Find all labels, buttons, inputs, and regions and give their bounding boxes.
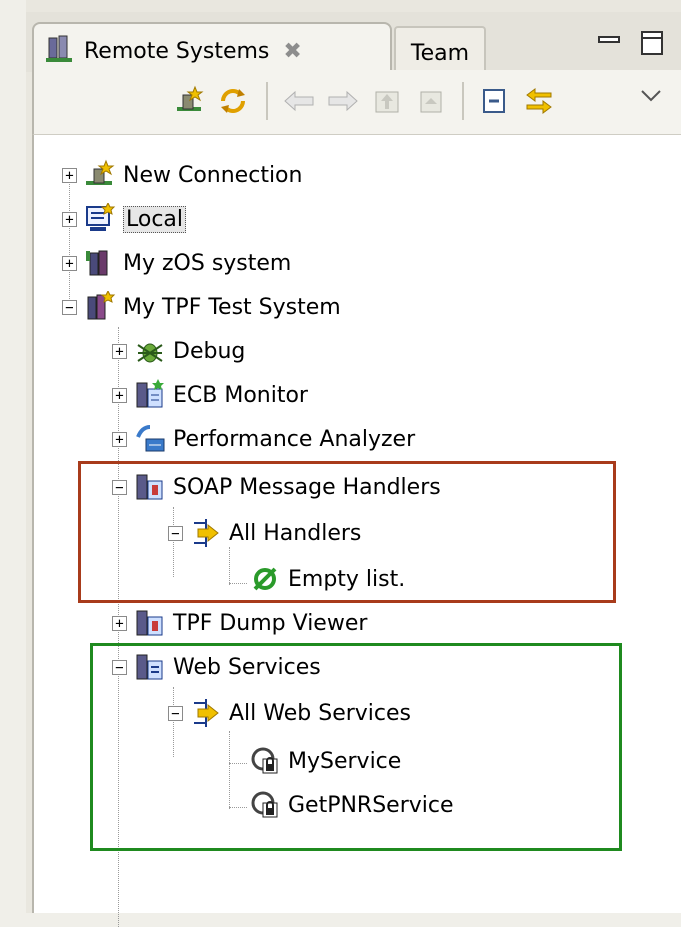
tree-item-new-connection[interactable]: + New Connection: [62, 155, 302, 195]
new-connection-icon[interactable]: [172, 84, 206, 118]
tree-item-label: ECB Monitor: [173, 382, 308, 408]
collapse-all-icon[interactable]: [478, 84, 512, 118]
remote-systems-view: Remote Systems ✖ Team + New Connection +…: [26, 0, 681, 927]
minimize-icon[interactable]: [598, 30, 620, 55]
expand-icon[interactable]: +: [112, 431, 127, 447]
tree-item-local[interactable]: + Local: [62, 199, 187, 239]
expand-icon[interactable]: +: [62, 167, 77, 183]
maximize-icon[interactable]: [640, 30, 664, 62]
tree-item-label: TPF Dump Viewer: [173, 610, 368, 636]
refresh-icon[interactable]: [216, 84, 250, 118]
tree-item-label: New Connection: [123, 162, 303, 188]
up-level-icon[interactable]: [370, 84, 404, 118]
tab-remote-systems-label: Remote Systems: [84, 38, 270, 64]
view-tab-bar: Remote Systems ✖ Team: [26, 12, 681, 78]
zos-system-icon: [83, 246, 117, 280]
debug-bug-icon: [133, 334, 167, 368]
tree-item-label: Performance Analyzer: [173, 426, 416, 452]
link-with-editor-icon[interactable]: [522, 84, 556, 118]
view-toolbar: [32, 70, 681, 134]
tree-item-label: My zOS system: [123, 250, 292, 276]
ecb-monitor-icon: [133, 378, 167, 412]
tree-item-label: Debug: [173, 338, 246, 364]
expand-icon[interactable]: +: [62, 211, 77, 227]
home-icon[interactable]: [414, 84, 448, 118]
soap-handlers-highlight-box: [78, 461, 616, 603]
tree-item-tpf-dump-viewer[interactable]: + TPF Dump Viewer: [112, 603, 367, 643]
tree-item-label: Local: [123, 205, 187, 233]
tree-item-performance-analyzer[interactable]: + Performance Analyzer: [112, 419, 415, 459]
remote-systems-tree: + New Connection + Local + My zOS system…: [32, 134, 681, 927]
tree-item-zos-system[interactable]: + My zOS system: [62, 243, 291, 283]
dump-viewer-icon: [133, 606, 167, 640]
close-icon[interactable]: ✖: [283, 39, 301, 64]
tree-item-debug[interactable]: + Debug: [112, 331, 245, 371]
local-monitor-icon: [83, 202, 117, 236]
collapse-icon[interactable]: −: [62, 299, 77, 315]
forward-arrow-icon[interactable]: [326, 84, 360, 118]
toolbar-separator: [462, 82, 464, 120]
tpf-system-icon: [83, 290, 117, 324]
toolbar-separator: [266, 82, 268, 120]
tree-item-ecb-monitor[interactable]: + ECB Monitor: [112, 375, 308, 415]
expand-icon[interactable]: +: [112, 615, 127, 631]
tree-item-tpf-test-system[interactable]: − My TPF Test System: [62, 287, 341, 327]
view-menu-chevron-icon[interactable]: [634, 78, 668, 112]
tab-team-label: Team: [410, 40, 470, 66]
performance-analyzer-icon: [133, 422, 167, 456]
remote-systems-tab-icon: [46, 34, 76, 68]
expand-icon[interactable]: +: [62, 255, 77, 271]
back-arrow-icon[interactable]: [282, 84, 316, 118]
expand-icon[interactable]: +: [112, 387, 127, 403]
tree-item-label: My TPF Test System: [123, 294, 341, 320]
web-services-highlight-box: [90, 643, 622, 851]
new-connection-icon: [83, 158, 117, 192]
expand-icon[interactable]: +: [112, 343, 127, 359]
